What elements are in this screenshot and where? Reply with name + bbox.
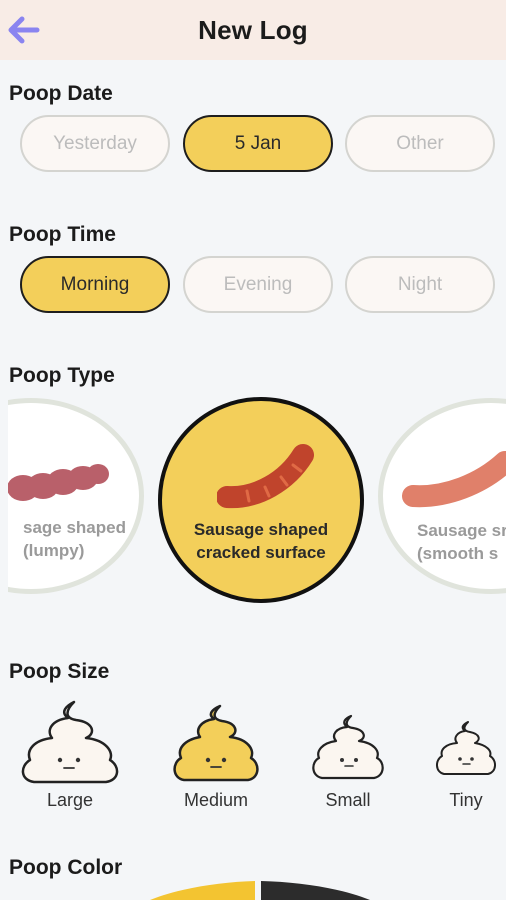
section-title-color: Poop Color <box>9 856 123 879</box>
section-title-size: Poop Size <box>9 660 110 683</box>
header-bar: New Log <box>0 0 506 60</box>
size-option-medium[interactable]: Medium <box>158 700 274 811</box>
type-option-lumpy[interactable]: sage shaped (lumpy) <box>8 398 144 594</box>
type-label-lumpy: sage shaped (lumpy) <box>23 518 126 560</box>
color-wheel-segments <box>150 881 370 900</box>
smooth-sausage-icon <box>402 451 506 508</box>
size-option-large[interactable]: Large <box>12 700 128 811</box>
type-option-smooth[interactable]: Sausage sr (smooth s <box>378 398 506 594</box>
large-poop-icon <box>21 700 119 784</box>
size-label-large: Large <box>46 790 94 810</box>
size-option-tiny[interactable]: Tiny <box>426 700 506 811</box>
size-option-small[interactable]: Small <box>300 700 396 811</box>
size-label-tiny: Tiny <box>449 790 483 810</box>
time-option-morning[interactable]: Morning <box>20 256 170 313</box>
size-label-small: Small <box>325 790 371 810</box>
color-wheel[interactable] <box>0 878 506 900</box>
time-option-night[interactable]: Night <box>345 256 495 313</box>
section-title-date: Poop Date <box>9 82 113 105</box>
back-button[interactable] <box>6 12 42 48</box>
type-label-smooth: Sausage sr (smooth s <box>417 521 506 563</box>
type-label-cracked: Sausage shaped cracked surface <box>193 520 329 562</box>
arrow-left-icon <box>8 16 40 44</box>
section-title-type: Poop Type <box>9 364 115 387</box>
time-option-evening[interactable]: Evening <box>183 256 333 313</box>
cracked-sausage-icon <box>217 444 314 509</box>
tiny-poop-icon <box>436 721 496 775</box>
page-title: New Log <box>198 14 308 45</box>
date-option-5-jan[interactable]: 5 Jan <box>183 115 333 172</box>
section-title-time: Poop Time <box>9 223 116 246</box>
date-option-yesterday[interactable]: Yesterday <box>20 115 170 172</box>
lumpy-sausage-icon <box>8 464 109 501</box>
medium-poop-icon <box>173 704 259 782</box>
type-option-cracked[interactable]: Sausage shaped cracked surface <box>158 397 364 603</box>
type-carousel[interactable]: sage shaped (lumpy) Sausage shaped crack… <box>8 390 506 610</box>
date-option-other[interactable]: Other <box>345 115 495 172</box>
size-label-medium: Medium <box>183 790 249 810</box>
small-poop-icon <box>312 714 384 780</box>
